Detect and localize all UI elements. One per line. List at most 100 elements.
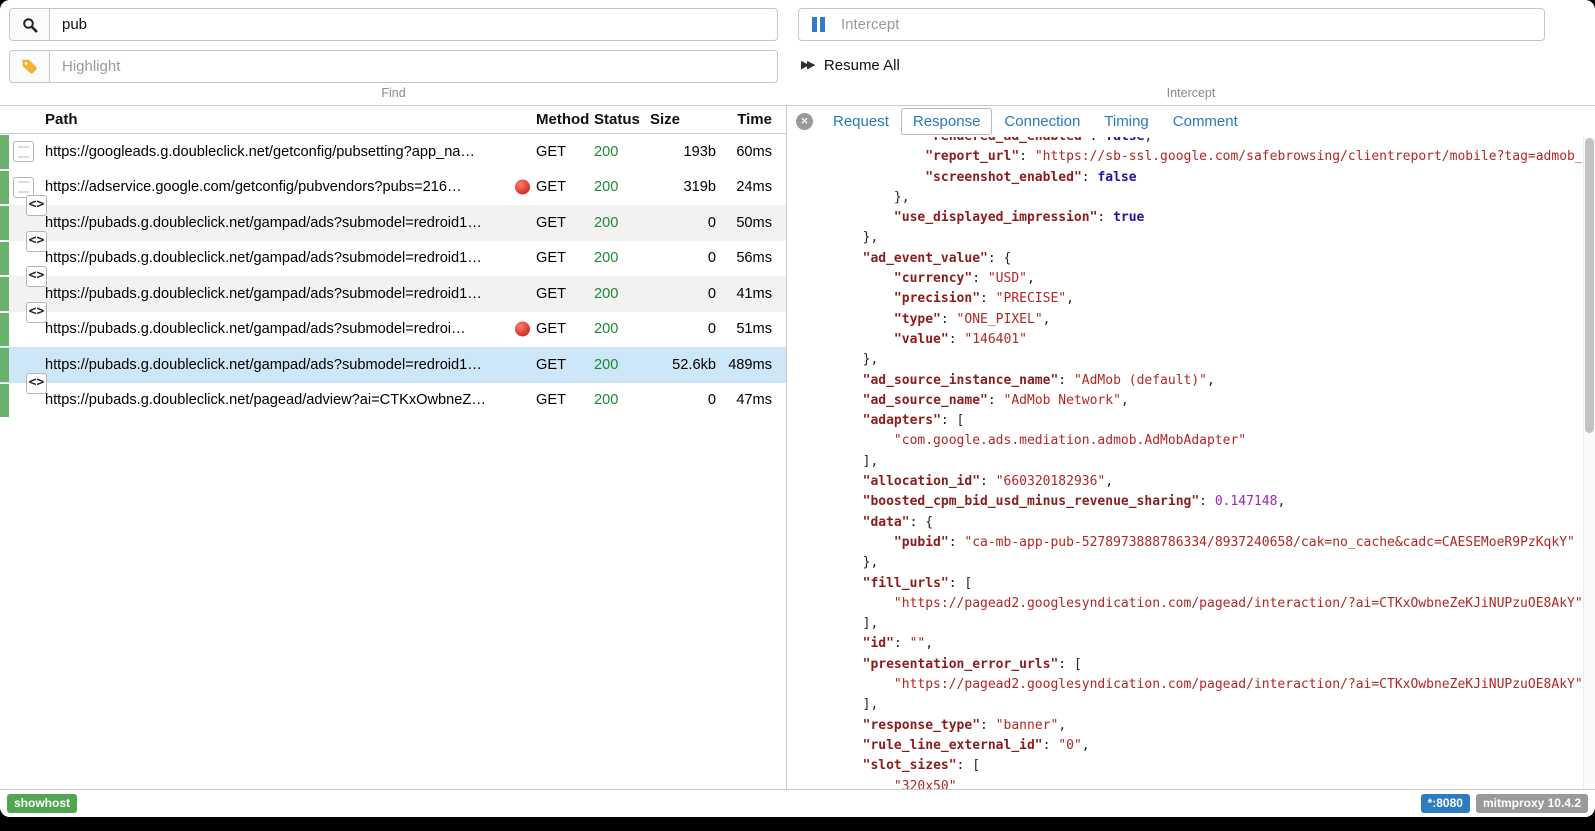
flow-row[interactable]: <>https://pubads.g.doubleclick.net/gampa… xyxy=(0,241,786,277)
flow-method: GET xyxy=(536,321,594,337)
json-line: "com.google.ads.mediation.admob.AdMobAda… xyxy=(800,431,1582,451)
document-file-icon xyxy=(13,141,34,162)
flow-path: https://pubads.g.doubleclick.net/gampad/… xyxy=(42,321,536,337)
flow-detail-panel: ✕ RequestResponseConnectionTimingComment… xyxy=(787,106,1595,789)
intercept-input[interactable] xyxy=(798,8,1545,41)
json-line: ], xyxy=(800,452,1582,472)
status-bar: showhost *:8080 mitmproxy 10.4.2 xyxy=(0,789,1595,817)
flow-size: 0 xyxy=(650,215,720,231)
flow-row[interactable]: <>https://pubads.g.doubleclick.net/gampa… xyxy=(0,312,786,348)
tab-connection[interactable]: Connection xyxy=(992,108,1092,135)
json-line: "boosted_cpm_bid_usd_minus_revenue_shari… xyxy=(800,492,1582,512)
json-line: "ad_source_instance_name": "AdMob (defau… xyxy=(800,371,1582,391)
json-line: "ad_source_name": "AdMob Network", xyxy=(800,391,1582,411)
flow-table-body: https://googleads.g.doubleclick.net/getc… xyxy=(0,134,786,789)
code-file-icon: <> xyxy=(26,266,47,287)
flow-marker-cell xyxy=(0,134,42,170)
code-file-icon: <> xyxy=(26,231,47,252)
json-line: "precision": "PRECISE", xyxy=(800,289,1582,309)
flow-row[interactable]: https://pubads.g.doubleclick.net/gampad/… xyxy=(0,347,786,383)
json-line: "use_displayed_impression": true xyxy=(800,208,1582,228)
code-file-icon: <> xyxy=(26,302,47,323)
flow-table-header: Path Method Status Size Time xyxy=(0,106,786,134)
tab-request[interactable]: Request xyxy=(821,108,901,135)
flow-method: GET xyxy=(536,179,594,195)
json-line: }, xyxy=(800,188,1582,208)
column-header-status[interactable]: Status xyxy=(594,111,650,128)
scrollbar-thumb[interactable] xyxy=(1585,138,1594,433)
flow-marker-strip xyxy=(0,348,9,382)
tab-timing[interactable]: Timing xyxy=(1092,108,1160,135)
resume-all-label: Resume All xyxy=(824,57,900,74)
flow-status: 200 xyxy=(594,286,650,302)
code-file-icon: <> xyxy=(26,195,47,216)
search-icon xyxy=(9,8,49,41)
json-line: "ad_event_value": { xyxy=(800,249,1582,269)
flow-row[interactable]: <>https://pubads.g.doubleclick.net/gampa… xyxy=(0,205,786,241)
intercept-caption: Intercept xyxy=(787,86,1595,100)
detail-tabs: ✕ RequestResponseConnectionTimingComment xyxy=(787,106,1595,137)
resume-all-button[interactable]: ▶▶ Resume All xyxy=(801,57,900,74)
toolbar: Find ▶▶ Resume All Intercept xyxy=(0,0,1595,106)
flow-row[interactable]: https://adservice.google.com/getconfig/p… xyxy=(0,170,786,206)
tab-comment[interactable]: Comment xyxy=(1161,108,1250,135)
marked-flow-dot xyxy=(515,322,530,337)
intercept-group xyxy=(798,8,1545,41)
highlight-input[interactable] xyxy=(49,50,778,83)
column-header-path[interactable]: Path xyxy=(42,111,536,128)
flow-path: https://adservice.google.com/getconfig/p… xyxy=(42,179,536,195)
json-line: }, xyxy=(800,350,1582,370)
flow-row[interactable]: <>https://pubads.g.doubleclick.net/gampa… xyxy=(0,276,786,312)
flow-row[interactable]: https://googleads.g.doubleclick.net/getc… xyxy=(0,134,786,170)
column-header-time[interactable]: Time xyxy=(720,111,786,128)
json-line: "screenshot_enabled": false xyxy=(800,168,1582,188)
flow-size: 319b xyxy=(650,179,720,195)
flow-marker-cell: <> xyxy=(0,383,42,419)
mitmweb-window: Find ▶▶ Resume All Intercept Path Method… xyxy=(0,0,1595,817)
close-icon[interactable]: ✕ xyxy=(796,113,813,130)
json-line: "value": "146401" xyxy=(800,330,1582,350)
flow-method: GET xyxy=(536,215,594,231)
scrollbar[interactable] xyxy=(1583,137,1595,789)
flow-status: 200 xyxy=(594,250,650,266)
search-input[interactable] xyxy=(49,8,778,41)
flow-size: 193b xyxy=(650,144,720,160)
json-line: }, xyxy=(800,553,1582,573)
column-header-size[interactable]: Size xyxy=(650,111,720,128)
json-line: "allocation_id": "660320182936", xyxy=(800,472,1582,492)
json-line: }, xyxy=(800,228,1582,248)
flow-size: 0 xyxy=(650,321,720,337)
search-group xyxy=(9,8,778,41)
flow-marker-strip xyxy=(0,384,9,418)
flow-status: 200 xyxy=(594,215,650,231)
find-caption: Find xyxy=(0,86,787,100)
json-line: "320x50" xyxy=(800,777,1582,790)
json-line: "https://pagead2.googlesyndication.com/p… xyxy=(800,594,1582,614)
flow-method: GET xyxy=(536,392,594,408)
flow-time: 24ms xyxy=(720,179,786,195)
flow-status: 200 xyxy=(594,144,650,160)
response-body-view[interactable]: "rendered_ad_enabled": false, "report_ur… xyxy=(787,137,1595,789)
flow-status: 200 xyxy=(594,392,650,408)
tab-response[interactable]: Response xyxy=(901,108,993,135)
flow-time: 56ms xyxy=(720,250,786,266)
main-split: Path Method Status Size Time https://goo… xyxy=(0,106,1595,789)
flow-time: 51ms xyxy=(720,321,786,337)
flow-path: https://pubads.g.doubleclick.net/gampad/… xyxy=(42,250,536,266)
json-line: "id": "", xyxy=(800,634,1582,654)
pause-icon xyxy=(812,17,825,32)
flow-path: https://googleads.g.doubleclick.net/getc… xyxy=(42,144,536,160)
showhost-badge[interactable]: showhost xyxy=(7,794,77,813)
marked-flow-dot xyxy=(515,180,530,195)
json-line: "https://pagead2.googlesyndication.com/p… xyxy=(800,675,1582,695)
flow-method: GET xyxy=(536,286,594,302)
flow-path: https://pubads.g.doubleclick.net/gampad/… xyxy=(42,215,536,231)
column-header-method[interactable]: Method xyxy=(536,111,594,128)
json-line: "adapters": [ xyxy=(800,411,1582,431)
flow-row[interactable]: <>https://pubads.g.doubleclick.net/pagea… xyxy=(0,383,786,419)
fast-forward-icon: ▶▶ xyxy=(801,60,816,71)
flow-status: 200 xyxy=(594,179,650,195)
json-line: ], xyxy=(800,695,1582,715)
flow-path: https://pubads.g.doubleclick.net/pagead/… xyxy=(42,392,536,408)
flow-path: https://pubads.g.doubleclick.net/gampad/… xyxy=(42,286,536,302)
